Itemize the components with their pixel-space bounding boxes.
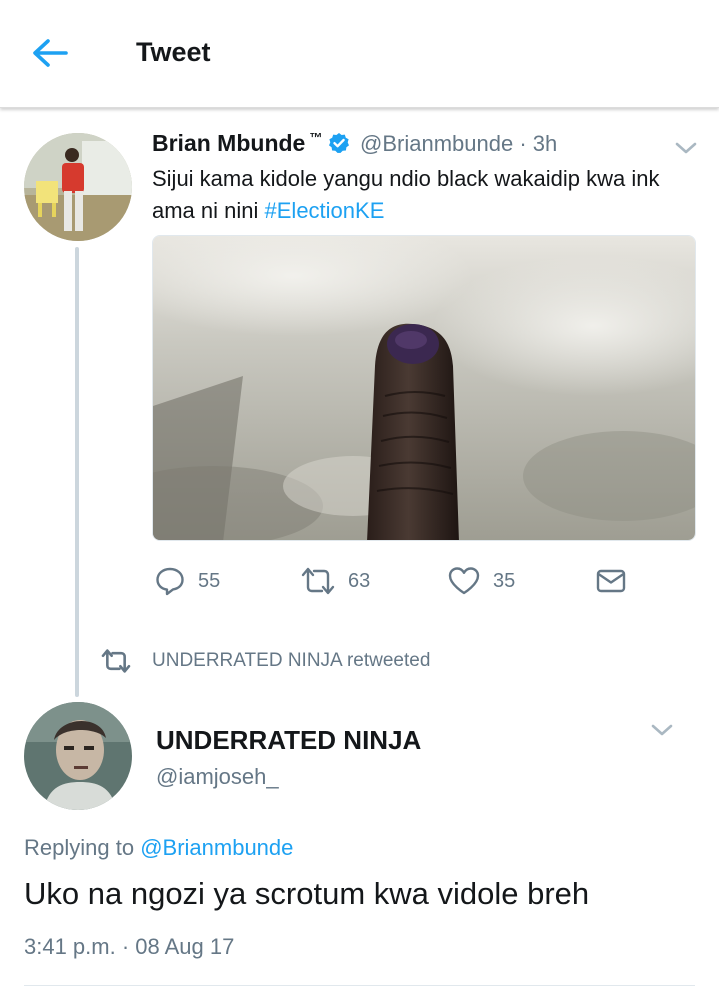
photo-finger-image	[153, 236, 695, 540]
reply-icon	[156, 567, 184, 596]
verified-badge-icon	[329, 132, 350, 153]
avatar[interactable]	[24, 133, 132, 241]
trademark-symbol: ™	[309, 130, 323, 146]
mention-link[interactable]: @Brianmbunde	[140, 835, 293, 860]
divider	[24, 985, 695, 986]
reply-menu-button[interactable]	[650, 722, 674, 743]
direct-message-button[interactable]	[595, 563, 627, 599]
chevron-down-icon	[651, 724, 673, 736]
reply-count: 55	[198, 569, 221, 592]
chevron-down-icon	[675, 142, 697, 154]
like-button[interactable]: 35	[447, 563, 515, 599]
reply-author-name[interactable]: UNDERRATED NINJA	[156, 725, 421, 756]
author-handle: @Brianmbunde	[360, 131, 514, 156]
like-count: 35	[493, 569, 516, 592]
arrow-left-icon	[33, 39, 68, 67]
tweet-menu-button[interactable]	[674, 140, 698, 161]
time-separator: ·	[519, 131, 527, 156]
envelope-icon	[596, 569, 626, 593]
avatar[interactable]	[24, 702, 132, 810]
retweet-icon	[301, 567, 335, 595]
reply-button[interactable]: 55	[154, 563, 220, 599]
page-title: Tweet	[136, 37, 211, 67]
hashtag-link[interactable]: #ElectionKE	[265, 198, 385, 223]
retweet-button[interactable]: 63	[300, 563, 370, 599]
top-app-bar: Tweet	[0, 0, 719, 108]
heart-icon	[448, 567, 480, 595]
tweet-handle-time[interactable]: @Brianmbunde · 3h	[360, 131, 557, 157]
retweet-context: UNDERRATED NINJA retweeted	[100, 648, 430, 674]
author-name-text: Brian Mbunde	[152, 130, 306, 156]
replying-to-line: Replying to @Brianmbunde	[24, 835, 293, 861]
tweet-body: Sijui kama kidole yangu ndio black wakai…	[152, 166, 660, 223]
tweet-time: 3h	[532, 131, 558, 156]
reply-timestamp[interactable]: 3:41 p.m. · 08 Aug 17	[24, 934, 234, 960]
retweet-context-text[interactable]: UNDERRATED NINJA retweeted	[152, 650, 430, 672]
back-button[interactable]	[30, 36, 70, 70]
tweet-author-name[interactable]: Brian Mbunde ™	[152, 130, 356, 158]
thread-connector	[75, 247, 79, 697]
reply-author-handle[interactable]: @iamjoseh_	[156, 764, 279, 790]
reply-text: Uko na ngozi ya scrotum kwa vidole breh	[24, 876, 590, 911]
tweet-text: Sijui kama kidole yangu ndio black wakai…	[152, 163, 682, 227]
tweet-media-image[interactable]	[152, 235, 696, 541]
retweet-count: 63	[348, 569, 371, 592]
retweet-icon	[101, 649, 131, 673]
replying-prefix: Replying to	[24, 835, 141, 860]
